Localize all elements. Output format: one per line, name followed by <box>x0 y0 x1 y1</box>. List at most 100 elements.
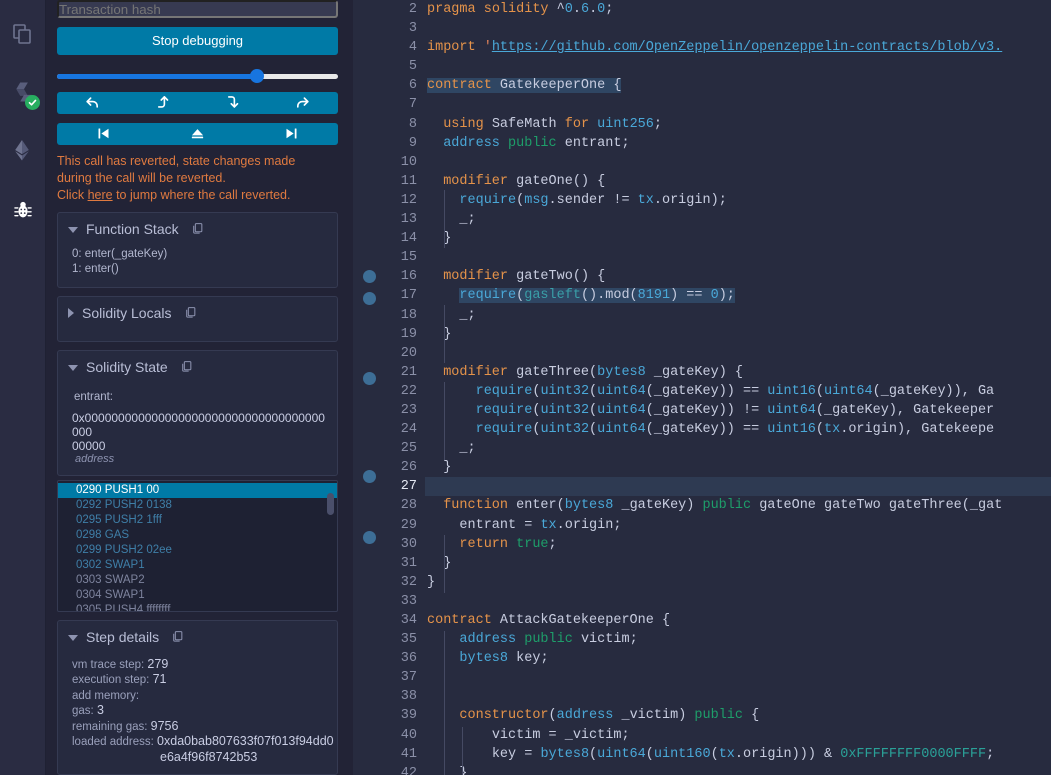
breakpoint-slot[interactable] <box>353 569 385 588</box>
code-line[interactable]: require(uint32(uint64(_gateKey)) == uint… <box>425 382 1051 401</box>
breakpoint-slot[interactable] <box>353 391 385 410</box>
code-line[interactable]: modifier gateTwo() { <box>425 267 1051 286</box>
breakpoint-slot[interactable] <box>353 550 385 569</box>
code-line[interactable]: pragma solidity ^0.6.0; <box>425 0 1051 19</box>
step-back-into-button[interactable] <box>127 92 197 114</box>
code-line[interactable]: modifier gateThree(bytes8 _gateKey) { <box>425 363 1051 382</box>
breakpoint-slot[interactable] <box>353 410 385 429</box>
code-line[interactable]: contract AttackGatekeeperOne { <box>425 611 1051 630</box>
breakpoint-slot[interactable] <box>353 57 385 76</box>
slider-thumb[interactable] <box>249 68 264 83</box>
breakpoint-slot[interactable] <box>353 191 385 210</box>
code-line[interactable]: } <box>425 764 1051 775</box>
code-line[interactable]: require(uint32(uint64(_gateKey)) == uint… <box>425 420 1051 439</box>
code-line[interactable]: } <box>425 573 1051 592</box>
code-line[interactable]: _; <box>425 439 1051 458</box>
breakpoint-slot[interactable] <box>353 312 385 331</box>
copy-icon[interactable] <box>180 360 193 373</box>
breakpoint-slot[interactable] <box>353 683 385 702</box>
jump-to-revert-link[interactable]: here <box>88 188 113 202</box>
function-stack-header[interactable]: Function Stack <box>58 213 337 243</box>
code-line[interactable]: contract GatekeeperOne { <box>425 76 1051 95</box>
breakpoint-slot[interactable] <box>353 115 385 134</box>
breakpoint-slot[interactable] <box>353 292 385 311</box>
breakpoint-slot[interactable] <box>353 153 385 172</box>
copy-icon[interactable] <box>184 306 197 319</box>
opcode-row[interactable]: 0302 SWAP1 <box>58 558 337 573</box>
code-line[interactable] <box>425 687 1051 706</box>
code-line[interactable]: modifier gateOne() { <box>425 172 1051 191</box>
solidity-locals-header[interactable]: Solidity Locals <box>58 297 337 327</box>
breakpoint-slot[interactable] <box>353 76 385 95</box>
debug-step-slider[interactable] <box>57 68 338 83</box>
jump-out-button[interactable] <box>151 123 245 145</box>
code-line[interactable] <box>425 95 1051 114</box>
step-into-button[interactable] <box>198 92 268 114</box>
breakpoint-slot[interactable] <box>353 134 385 153</box>
code-line[interactable]: constructor(address _victim) public { <box>425 706 1051 725</box>
code-line[interactable]: function enter(bytes8 _gateKey) public g… <box>425 496 1051 515</box>
file-explorer-icon[interactable] <box>0 12 46 56</box>
breakpoint-slot[interactable] <box>353 210 385 229</box>
breakpoint-slot[interactable] <box>353 664 385 683</box>
breakpoint-slot[interactable] <box>353 741 385 760</box>
code-line[interactable] <box>425 592 1051 611</box>
breakpoint-slot[interactable] <box>353 38 385 57</box>
transaction-hash-input[interactable] <box>57 0 338 18</box>
step-back-over-button[interactable] <box>57 92 127 114</box>
opcode-row[interactable]: 0299 PUSH2 02ee <box>58 543 337 558</box>
stop-debugging-button[interactable]: Stop debugging <box>57 26 338 55</box>
opcode-row[interactable]: 0290 PUSH1 00 <box>58 482 337 498</box>
breakpoint-slot[interactable] <box>353 607 385 626</box>
breakpoint-slot[interactable] <box>353 0 385 19</box>
breakpoint-slot[interactable] <box>353 760 385 775</box>
code-line[interactable] <box>425 344 1051 363</box>
breakpoint-slot[interactable] <box>353 229 385 248</box>
opcode-row[interactable]: 0298 GAS <box>58 528 337 543</box>
breakpoint-slot[interactable] <box>353 448 385 467</box>
opcode-row[interactable]: 0304 SWAP1 <box>58 588 337 603</box>
jump-previous-breakpoint-button[interactable] <box>57 123 151 145</box>
step-details-header[interactable]: Step details <box>58 621 337 651</box>
breakpoint-slot[interactable] <box>353 270 385 289</box>
code-line[interactable]: address public victim; <box>425 630 1051 649</box>
breakpoint-dot-icon[interactable] <box>362 371 376 385</box>
breakpoint-slot[interactable] <box>353 19 385 38</box>
breakpoint-slot[interactable] <box>353 588 385 607</box>
code-line[interactable] <box>425 153 1051 172</box>
code-line[interactable]: victim = _victim; <box>425 726 1051 745</box>
code-line[interactable]: } <box>425 458 1051 477</box>
code-line[interactable]: import 'https://github.com/OpenZeppelin/… <box>425 38 1051 57</box>
breakpoint-slot[interactable] <box>353 331 385 350</box>
code-line[interactable]: } <box>425 229 1051 248</box>
opcode-list-scrollbar[interactable] <box>327 492 334 515</box>
copy-icon[interactable] <box>191 222 204 235</box>
code-line[interactable]: require(gasleft().mod(8191) == 0); <box>425 286 1051 305</box>
code-line[interactable]: } <box>425 554 1051 573</box>
code-line[interactable]: _; <box>425 306 1051 325</box>
breakpoint-slot[interactable] <box>353 95 385 114</box>
breakpoint-slot[interactable] <box>353 172 385 191</box>
breakpoint-slot[interactable] <box>353 429 385 448</box>
deploy-run-icon[interactable] <box>0 128 46 172</box>
code-line[interactable]: require(msg.sender != tx.origin); <box>425 191 1051 210</box>
code-line[interactable]: using SafeMath for uint256; <box>425 115 1051 134</box>
breakpoint-slot[interactable] <box>353 470 385 489</box>
breakpoint-dot-icon[interactable] <box>362 292 376 306</box>
breakpoint-gutter[interactable] <box>353 0 385 775</box>
breakpoint-slot[interactable] <box>353 508 385 527</box>
code-line[interactable] <box>425 19 1051 38</box>
breakpoint-slot[interactable] <box>353 645 385 664</box>
code-line[interactable] <box>425 57 1051 76</box>
breakpoint-dot-icon[interactable] <box>362 470 376 484</box>
solidity-state-header[interactable]: Solidity State <box>58 351 337 381</box>
code-line[interactable]: address public entrant; <box>425 134 1051 153</box>
breakpoint-slot[interactable] <box>353 721 385 740</box>
breakpoint-slot[interactable] <box>353 530 385 550</box>
code-line[interactable]: return true; <box>425 535 1051 554</box>
copy-icon[interactable] <box>171 630 184 643</box>
step-over-forward-button[interactable] <box>268 92 338 114</box>
breakpoint-slot[interactable] <box>353 371 385 391</box>
breakpoint-slot[interactable] <box>353 489 385 508</box>
code-content[interactable]: pragma solidity ^0.6.0; import 'https://g… <box>425 0 1051 775</box>
